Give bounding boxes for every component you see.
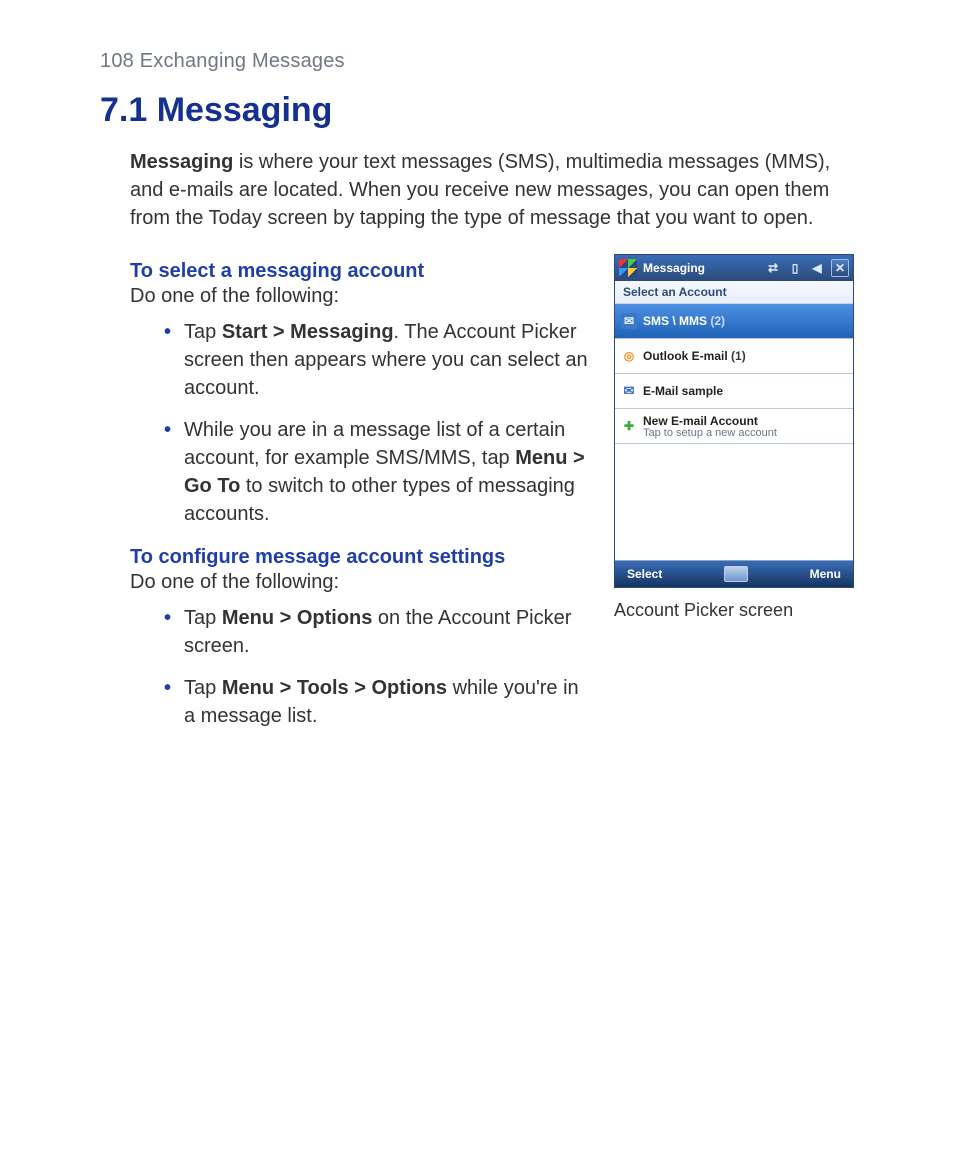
intro-rest: is where your text messages (SMS), multi… (130, 151, 830, 229)
titlebar-title: Messaging (643, 261, 765, 275)
account-row-outlook[interactable]: ◎ Outlook E-mail (1) (615, 339, 853, 374)
lead-select-account: Do one of the following: (130, 285, 588, 308)
connectivity-icon[interactable]: ⇄ (765, 260, 781, 276)
content-columns: To select a messaging account Do one of … (130, 250, 854, 748)
figure-caption: Account Picker screen (614, 600, 854, 621)
steps-configure: Tap Menu > Options on the Account Picker… (130, 604, 588, 730)
row-label: E-Mail sample (643, 384, 723, 398)
list-empty-space (615, 444, 853, 561)
account-list: ✉ SMS \ MMS (2) ◎ Outlook E-mail (615, 304, 853, 561)
keyboard-icon[interactable] (724, 566, 748, 582)
mail-icon: ✉ (621, 383, 637, 399)
device-bottombar: Select Menu (615, 561, 853, 587)
step-pre: Tap (184, 321, 222, 343)
steps-select-account: Tap Start > Messaging. The Account Picke… (130, 318, 588, 528)
figure-column: Messaging ⇄ ▯ ◀ ✕ Select an Account ✉ (614, 254, 854, 621)
running-head: 108 Exchanging Messages (100, 50, 854, 73)
step-pre: Tap (184, 677, 222, 699)
device-titlebar: Messaging ⇄ ▯ ◀ ✕ (615, 255, 853, 281)
outlook-icon: ◎ (621, 348, 637, 364)
device-subbar: Select an Account (615, 281, 853, 304)
text-column: To select a messaging account Do one of … (130, 250, 588, 748)
intro-lead-bold: Messaging (130, 151, 233, 173)
subhead-select-account: To select a messaging account (130, 260, 588, 283)
row-subtext: Tap to setup a new account (643, 427, 777, 439)
start-icon[interactable] (619, 259, 637, 277)
lead-configure: Do one of the following: (130, 571, 588, 594)
account-row-sms[interactable]: ✉ SMS \ MMS (2) (615, 304, 853, 339)
document-page: 108 Exchanging Messages 7.1 Messaging Me… (0, 0, 954, 1173)
step-bold: Start > Messaging (222, 321, 394, 343)
close-icon[interactable]: ✕ (831, 259, 849, 277)
step-bold: Menu > Tools > Options (222, 677, 447, 699)
row-label: SMS \ MMS (643, 314, 707, 328)
titlebar-icons: ⇄ ▯ ◀ ✕ (765, 259, 849, 277)
subhead-configure: To configure message account settings (130, 546, 588, 569)
step-pre: While you are in a message list of a cer… (184, 419, 565, 469)
sms-icon: ✉ (621, 313, 637, 329)
step-item: Tap Menu > Options on the Account Picker… (164, 604, 588, 660)
row-label: Outlook E-mail (643, 349, 728, 363)
signal-icon[interactable]: ▯ (787, 260, 803, 276)
row-label: New E-mail Account (643, 414, 777, 428)
device-screenshot: Messaging ⇄ ▯ ◀ ✕ Select an Account ✉ (614, 254, 854, 588)
step-pre: Tap (184, 607, 222, 629)
step-item: Tap Menu > Tools > Options while you're … (164, 674, 588, 730)
softkey-menu[interactable]: Menu (810, 567, 841, 581)
softkey-select[interactable]: Select (627, 567, 662, 581)
step-bold: Menu > Options (222, 607, 373, 629)
step-item: While you are in a message list of a cer… (164, 416, 588, 528)
account-row-email-sample[interactable]: ✉ E-Mail sample (615, 374, 853, 409)
intro-paragraph: Messaging is where your text messages (S… (130, 148, 850, 232)
volume-icon[interactable]: ◀ (809, 260, 825, 276)
row-count: (2) (710, 314, 725, 328)
account-row-new-account[interactable]: ✚ New E-mail Account Tap to setup a new … (615, 409, 853, 444)
step-post: to switch to other types of messaging ac… (184, 475, 575, 525)
new-account-icon: ✚ (621, 418, 637, 434)
row-count: (1) (731, 349, 746, 363)
step-item: Tap Start > Messaging. The Account Picke… (164, 318, 588, 402)
section-title: 7.1 Messaging (100, 91, 854, 130)
